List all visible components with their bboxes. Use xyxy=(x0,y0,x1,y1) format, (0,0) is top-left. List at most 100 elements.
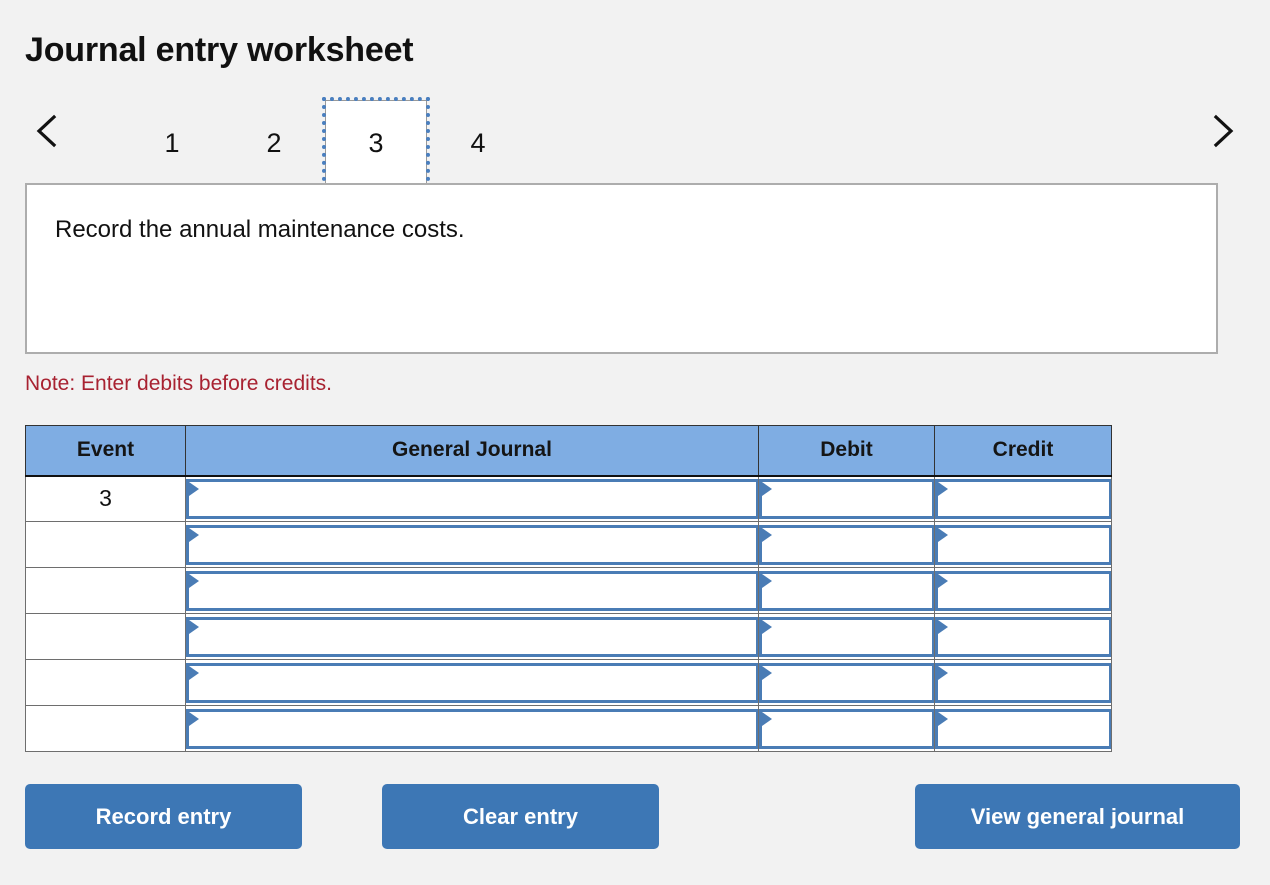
credit-cell[interactable] xyxy=(934,705,1112,752)
pager-tab-2[interactable]: 2 xyxy=(223,100,325,186)
dropdown-marker-icon xyxy=(938,481,948,496)
debit-input[interactable] xyxy=(774,481,932,516)
column-header-credit: Credit xyxy=(934,425,1112,477)
record-entry-button[interactable]: Record entry xyxy=(25,784,302,849)
credit-field[interactable] xyxy=(935,662,1111,703)
table-header-row: Event General Journal Debit Credit xyxy=(25,425,1112,477)
credit-input[interactable] xyxy=(950,573,1109,608)
general-journal-input[interactable] xyxy=(201,573,756,608)
debit-field[interactable] xyxy=(759,708,934,749)
debit-field[interactable] xyxy=(759,478,934,519)
clear-entry-button[interactable]: Clear entry xyxy=(382,784,659,849)
debit-cell[interactable] xyxy=(758,567,935,614)
general-journal-input[interactable] xyxy=(201,527,756,562)
debit-input[interactable] xyxy=(774,573,932,608)
action-button-bar: Record entry Clear entry View general jo… xyxy=(0,784,1270,854)
chevron-right-icon xyxy=(1208,113,1238,149)
debit-cell[interactable] xyxy=(758,475,935,522)
credit-input[interactable] xyxy=(950,527,1109,562)
debit-cell[interactable] xyxy=(758,705,935,752)
general-journal-input[interactable] xyxy=(201,481,756,516)
general-journal-cell[interactable] xyxy=(185,475,759,522)
table-row: 3 xyxy=(25,475,1112,522)
debit-input[interactable] xyxy=(774,527,932,562)
general-journal-input[interactable] xyxy=(201,711,756,746)
credit-cell[interactable] xyxy=(934,613,1112,660)
page-title: Journal entry worksheet xyxy=(25,31,414,69)
general-journal-input[interactable] xyxy=(201,665,756,700)
credit-field[interactable] xyxy=(935,524,1111,565)
debit-cell[interactable] xyxy=(758,659,935,706)
dropdown-marker-icon xyxy=(189,665,199,680)
general-journal-cell[interactable] xyxy=(185,521,759,568)
dropdown-marker-icon xyxy=(762,619,772,634)
debits-before-credits-note: Note: Enter debits before credits. xyxy=(25,372,332,395)
credit-input[interactable] xyxy=(950,711,1109,746)
debit-cell[interactable] xyxy=(758,613,935,660)
credit-field[interactable] xyxy=(935,570,1111,611)
general-journal-input[interactable] xyxy=(201,619,756,654)
credit-field[interactable] xyxy=(935,708,1111,749)
credit-input[interactable] xyxy=(950,665,1109,700)
column-header-debit: Debit xyxy=(758,425,935,477)
dropdown-marker-icon xyxy=(938,527,948,542)
general-journal-cell[interactable] xyxy=(185,567,759,614)
worksheet-pager: 1 2 3 4 xyxy=(25,97,1245,189)
pager-prev-button[interactable] xyxy=(25,100,69,162)
credit-input[interactable] xyxy=(950,619,1109,654)
pager-tab-4[interactable]: 4 xyxy=(427,100,529,186)
credit-field[interactable] xyxy=(935,478,1111,519)
credit-cell[interactable] xyxy=(934,659,1112,706)
dropdown-marker-icon xyxy=(938,665,948,680)
journal-entry-worksheet-page: Journal entry worksheet 1 2 3 4 Record t… xyxy=(0,0,1270,885)
credit-cell[interactable] xyxy=(934,521,1112,568)
credit-field[interactable] xyxy=(935,616,1111,657)
general-journal-cell[interactable] xyxy=(185,705,759,752)
general-journal-cell[interactable] xyxy=(185,613,759,660)
pager-tab-1[interactable]: 1 xyxy=(121,100,223,186)
view-general-journal-button[interactable]: View general journal xyxy=(915,784,1240,849)
general-journal-field[interactable] xyxy=(186,524,758,565)
debit-cell[interactable] xyxy=(758,521,935,568)
pager-tab-3[interactable]: 3 xyxy=(322,97,430,189)
dropdown-marker-icon xyxy=(938,573,948,588)
table-row xyxy=(25,659,1112,706)
dropdown-marker-icon xyxy=(762,481,772,496)
debit-input[interactable] xyxy=(774,711,932,746)
dropdown-marker-icon xyxy=(762,665,772,680)
dropdown-marker-icon xyxy=(762,711,772,726)
column-header-event: Event xyxy=(25,425,186,477)
credit-cell[interactable] xyxy=(934,475,1112,522)
general-journal-field[interactable] xyxy=(186,662,758,703)
transaction-prompt-text: Record the annual maintenance costs. xyxy=(55,216,465,243)
journal-entry-table: Event General Journal Debit Credit 3 xyxy=(25,425,1112,752)
table-row xyxy=(25,705,1112,752)
general-journal-field[interactable] xyxy=(186,570,758,611)
chevron-left-icon xyxy=(32,113,62,149)
general-journal-cell[interactable] xyxy=(185,659,759,706)
general-journal-field[interactable] xyxy=(186,708,758,749)
dropdown-marker-icon xyxy=(762,527,772,542)
table-row xyxy=(25,521,1112,568)
debit-input[interactable] xyxy=(774,665,932,700)
dropdown-marker-icon xyxy=(938,711,948,726)
debit-field[interactable] xyxy=(759,616,934,657)
credit-input[interactable] xyxy=(950,481,1109,516)
transaction-prompt-box: Record the annual maintenance costs. xyxy=(25,183,1218,354)
credit-cell[interactable] xyxy=(934,567,1112,614)
debit-input[interactable] xyxy=(774,619,932,654)
dropdown-marker-icon xyxy=(762,573,772,588)
debit-field[interactable] xyxy=(759,662,934,703)
general-journal-field[interactable] xyxy=(186,478,758,519)
debit-field[interactable] xyxy=(759,524,934,565)
event-cell xyxy=(25,521,186,568)
pager-next-button[interactable] xyxy=(1201,100,1245,162)
dropdown-marker-icon xyxy=(189,711,199,726)
dropdown-marker-icon xyxy=(189,573,199,588)
event-cell: 3 xyxy=(25,475,186,522)
general-journal-field[interactable] xyxy=(186,616,758,657)
table-row xyxy=(25,613,1112,660)
dropdown-marker-icon xyxy=(938,619,948,634)
debit-field[interactable] xyxy=(759,570,934,611)
event-cell xyxy=(25,613,186,660)
